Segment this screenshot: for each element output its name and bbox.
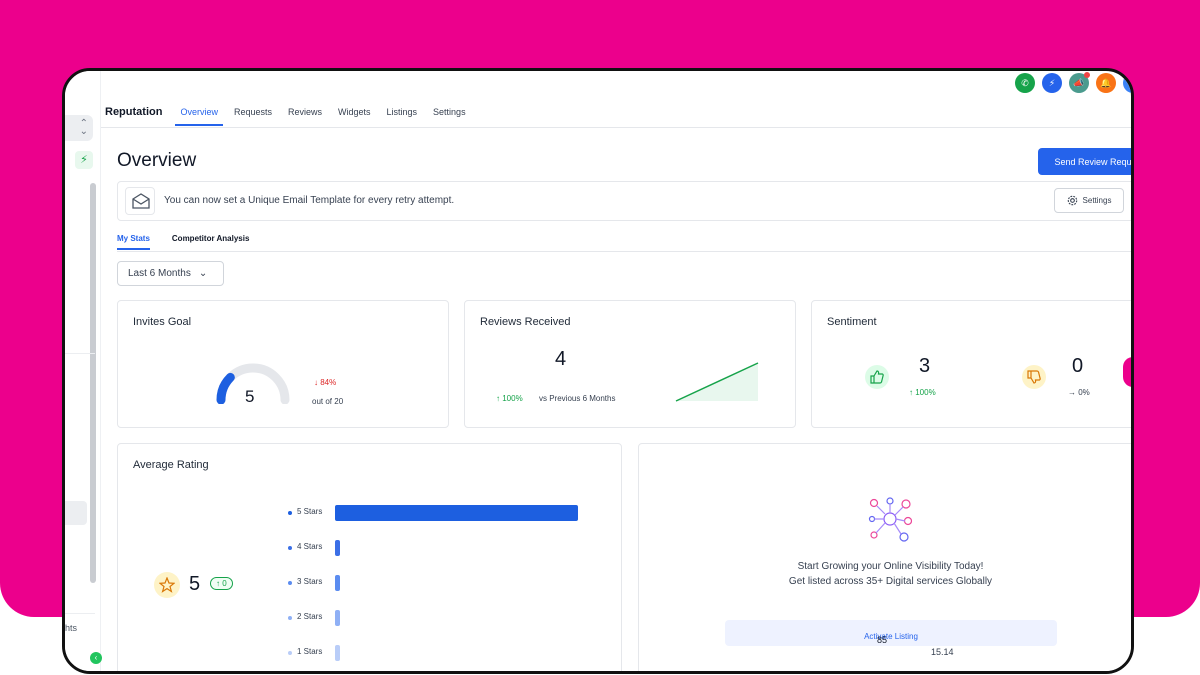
date-range-select[interactable]: Last 6 Months ⌄ [117,261,224,286]
sidebar: ⌃ ⌄ ⚡ hts ‹ [65,71,102,671]
gauge-fill [216,372,235,404]
bolt-icon[interactable]: ⚡ [75,151,93,169]
activate-listing-button[interactable]: Activate Listing [725,620,1057,646]
rating-bar-row: 4 Stars [288,540,588,556]
positive-change-value: 100% [915,388,936,397]
legend-dot [288,651,292,655]
positive-count: 3 [919,355,931,377]
listings-headline: Start Growing your Online Visibility Tod… [797,561,984,572]
average-rating-value: 5 [189,573,201,595]
rating-bar [335,645,340,661]
app-title: Reputation [105,106,163,118]
legend-dot [288,581,292,585]
rating-bar-row: 2 Stars [288,610,588,626]
tab-requests[interactable]: Requests [234,101,272,123]
average-rating-change: ↑ 0 [210,577,233,590]
app-window: ⌃⌄ ⚡ hts ‹ ✆ ⚡ 📣 🔔 ? Reputation Overview… [62,68,1134,674]
tab-my-stats[interactable]: My Stats [117,234,150,250]
send-review-request-button[interactable]: Send Review Requ [1038,148,1131,175]
rating-bar-label: 1 Stars [297,647,323,656]
quick-actions-icon[interactable]: ⚡ [1042,73,1062,93]
invites-goal-card: Invites Goal 5 ↓ 84% out of 20 [117,300,449,428]
invites-value: 5 [245,387,255,406]
tab-listings[interactable]: Listings [387,101,418,123]
sidebar-item-label[interactable]: hts [65,623,77,633]
invites-out-of: out of 20 [312,397,344,406]
invites-change: ↓ 84% [314,378,337,387]
rating-bar [335,575,340,591]
sidebar-divider [65,353,95,354]
rating-bar [335,610,340,626]
listings-subheadline: Get listed across 35+ Digital services G… [788,576,993,587]
sidebar-scrollbar[interactable] [90,183,96,583]
negative-change: → 0% [1068,388,1090,397]
network-icon [868,497,912,542]
rating-bar-label: 2 Stars [297,612,323,621]
chat-widget-bubble[interactable] [1123,357,1131,387]
star-icon [154,572,180,598]
reviews-count: 4 [555,348,567,370]
rating-bar-label: 4 Stars [297,542,323,551]
settings-label: Settings [1082,196,1112,205]
sentiment-card: Sentiment 3 ↑ 100% 0 → 0% [811,300,1131,428]
notification-dot [1084,72,1090,78]
stray-value: 15.14 [931,647,954,657]
phone-icon[interactable]: ✆ [1015,73,1035,93]
tab-reviews[interactable]: Reviews [288,101,322,123]
positive-change: ↑ 100% [909,388,936,397]
average-rating-change-value: 0 [222,579,227,588]
page-title: Overview [117,150,197,171]
negative-count: 0 [1072,355,1084,377]
reviews-sparkline [675,362,759,402]
info-banner: You can now set a Unique Email Template … [117,181,1131,221]
stats-tabs: My Stats Competitor Analysis [117,234,250,250]
collapse-sidebar-icon[interactable]: ‹ [90,652,102,664]
rating-bar [335,540,340,556]
sidebar-item-active[interactable] [65,501,87,525]
reviews-change-value: 100% [502,394,523,403]
tab-competitor-analysis[interactable]: Competitor Analysis [172,234,250,243]
header-actions: ✆ ⚡ 📣 🔔 ? [1015,72,1131,93]
thumbs-down-icon [1022,365,1046,389]
mail-icon [125,187,155,215]
location-switcher[interactable]: ⌃ ⌄ [65,115,93,141]
invites-change-value: 84% [320,378,337,387]
tab-overview[interactable]: Overview [175,101,223,126]
chevron-down-icon: ⌄ [198,268,208,279]
card-title: Invites Goal [133,316,192,328]
legend-dot [288,546,292,550]
negative-change-value: 0% [1078,388,1090,397]
legend-dot [288,616,292,620]
reviews-change: ↑ 100% [496,394,523,403]
average-rating-card: Average Rating 5 ↑ 0 5 Stars 4 Stars 3 Sta… [117,443,622,671]
banner-settings-button[interactable]: Settings [1054,188,1124,213]
card-title: Sentiment [827,316,877,328]
card-title: Average Rating [133,459,209,471]
rating-bar-row: 1 Stars [288,645,588,661]
rating-bar [335,505,578,521]
rating-bar-label: 3 Stars [297,577,323,586]
nav-divider [101,127,1131,128]
chevron-updown-icon: ⌃ ⌄ [79,118,88,137]
reviews-compare: vs Previous 6 Months [539,394,616,403]
tab-settings[interactable]: Settings [433,101,466,123]
reviews-received-card: Reviews Received 4 ↑ 100% vs Previous 6 … [464,300,796,428]
thumbs-up-icon [865,365,889,389]
card-title: Reviews Received [480,316,571,328]
tab-widgets[interactable]: Widgets [338,101,371,123]
subtab-divider [117,251,1131,252]
gear-icon [1067,195,1077,206]
date-range-value: Last 6 Months [128,268,191,279]
sidebar-divider [65,613,95,614]
top-nav: Reputation Overview Requests Reviews Wid… [105,97,482,127]
banner-message: You can now set a Unique Email Template … [164,195,455,206]
rating-bar-row: 5 Stars [288,505,588,521]
stray-value: 85 [877,635,888,645]
rating-bar-row: 3 Stars [288,575,588,591]
rating-bar-label: 5 Stars [297,507,323,516]
legend-dot [288,511,292,515]
megaphone-icon[interactable]: 📣 [1069,72,1090,93]
listings-promo-card: Start Growing your Online Visibility Tod… [638,443,1131,671]
bell-icon[interactable]: 🔔 [1096,73,1116,93]
